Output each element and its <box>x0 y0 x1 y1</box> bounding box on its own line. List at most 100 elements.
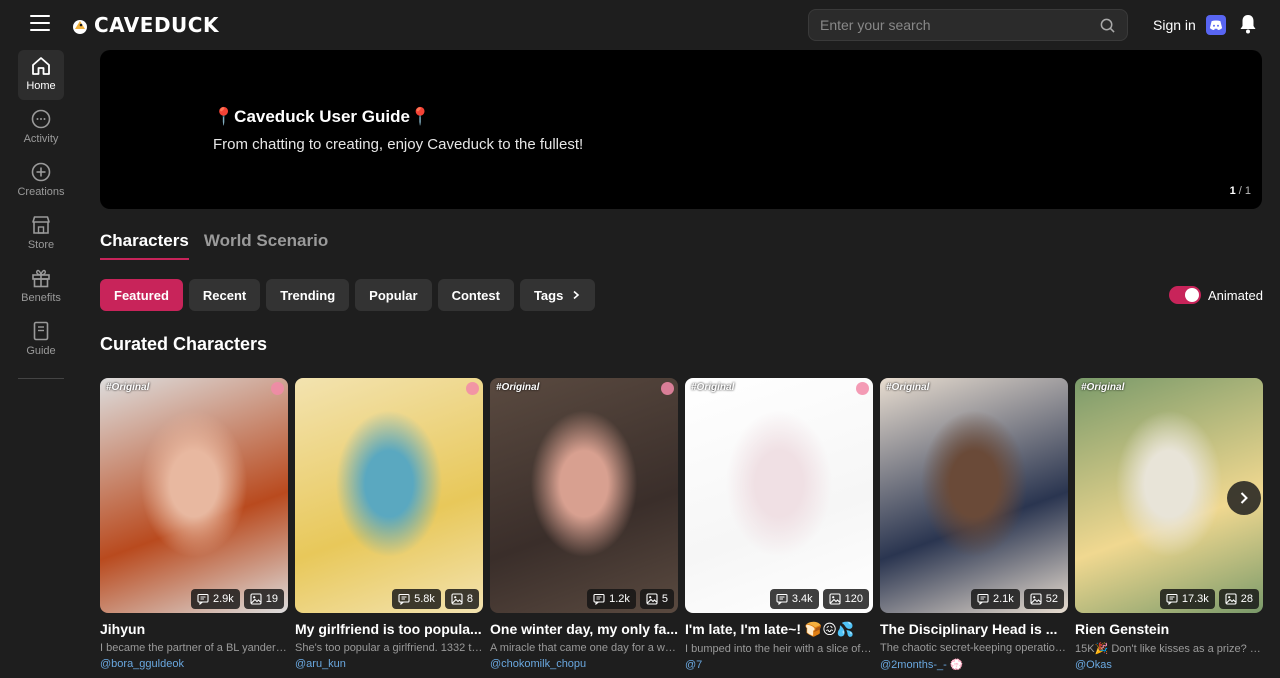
character-image[interactable]: #Original 2.1k 52 <box>880 378 1068 613</box>
character-name[interactable]: Rien Genstein <box>1075 621 1263 637</box>
top-bar: CAVEDUCK Sign in <box>0 0 1280 50</box>
sidebar-label-activity: Activity <box>23 133 59 145</box>
search-input[interactable] <box>809 10 1079 40</box>
character-image[interactable]: #Original 1.2k 5 <box>490 378 678 613</box>
tab-world-scenario[interactable]: World Scenario <box>204 231 328 260</box>
character-card[interactable]: #Original 2.9k 19 Jihyun I became the partne… <box>100 378 288 670</box>
sign-in-link[interactable]: Sign in <box>1153 17 1196 33</box>
sidebar-label-guide: Guide <box>26 345 56 357</box>
logo[interactable]: CAVEDUCK <box>70 12 219 38</box>
character-image[interactable]: #Original 2.9k 19 <box>100 378 288 613</box>
character-name[interactable]: The Disciplinary Head is ... <box>880 621 1068 637</box>
character-author[interactable]: @2months-_- 💮 <box>880 658 1068 671</box>
filter-trending-label: Trending <box>280 287 336 303</box>
filter-contest[interactable]: Contest <box>437 279 514 311</box>
character-card[interactable]: #Original 1.2k 5 One winter day, my only fa… <box>490 378 678 670</box>
character-author[interactable]: @chokomilk_chopu <box>490 658 678 670</box>
chat-count: 3.4k <box>769 589 819 609</box>
character-description: I became the partner of a BL yandere ... <box>100 642 288 654</box>
filter-popular[interactable]: Popular <box>355 279 432 311</box>
animated-toggle[interactable] <box>1169 286 1201 304</box>
character-description: The chaotic secret-keeping operation... <box>880 642 1068 654</box>
character-card[interactable]: 5.8k 8 My girlfriend is too popula... She's… <box>295 378 483 670</box>
discord-icon[interactable] <box>1206 15 1226 35</box>
character-author[interactable]: @bora_gguldeok <box>100 658 288 670</box>
character-author[interactable]: @aru_kun <box>295 658 483 670</box>
sidebar-item-activity[interactable]: Activity <box>18 103 64 153</box>
sidebar-label-store: Store <box>27 239 55 251</box>
sidebar-item-guide[interactable]: Guide <box>18 315 64 365</box>
gift-icon <box>32 269 50 288</box>
character-card[interactable]: #Original 2.1k 52 The Disciplinary Head is … <box>880 378 1068 671</box>
search-icon[interactable] <box>1100 18 1115 33</box>
card-tag: #Original <box>1075 378 1136 396</box>
character-name[interactable]: My girlfriend is too popula... <box>295 621 483 637</box>
chat-bubble-icon <box>31 109 51 129</box>
character-name[interactable]: One winter day, my only fa... <box>490 621 678 637</box>
card-stats: 17.3k 28 <box>1159 589 1259 609</box>
character-name[interactable]: Jihyun <box>100 621 288 637</box>
filter-featured[interactable]: Featured <box>100 279 183 311</box>
card-stats: 1.2k 5 <box>587 589 674 609</box>
chat-count: 1.2k <box>587 589 636 609</box>
book-icon <box>33 321 49 341</box>
guide-banner[interactable]: 📍Caveduck User Guide📍 From chatting to c… <box>100 50 1262 209</box>
chat-count-value: 1.2k <box>609 593 630 605</box>
image-count-value: 19 <box>265 593 278 605</box>
character-author[interactable]: @Okas <box>1075 659 1263 671</box>
section-title: Curated Characters <box>100 334 268 354</box>
image-count: 120 <box>822 589 869 609</box>
sidebar-label-benefits: Benefits <box>21 292 61 304</box>
image-count-icon <box>829 593 841 605</box>
image-count: 19 <box>243 589 284 609</box>
card-stats: 2.1k 52 <box>970 589 1064 609</box>
chat-count: 2.1k <box>970 589 1020 609</box>
character-image[interactable]: #Original 3.4k 120 <box>685 378 873 613</box>
character-name[interactable]: I'm late, I'm late~! 🍞😖💦 <box>685 621 873 638</box>
sidebar-item-store[interactable]: Store <box>18 209 64 259</box>
menu-icon[interactable] <box>30 15 50 33</box>
image-count-value: 28 <box>1240 593 1253 605</box>
card-stats: 3.4k 120 <box>769 589 869 609</box>
image-count-icon <box>451 593 463 605</box>
card-tag: #Original <box>880 378 941 396</box>
banner-pagination: 1 / 1 <box>1230 185 1251 197</box>
tab-characters[interactable]: Characters <box>100 231 189 260</box>
filter-tags[interactable]: Tags <box>519 279 596 311</box>
chat-count-icon <box>398 593 410 605</box>
chat-count-value: 17.3k <box>1181 593 1209 605</box>
filter-recent[interactable]: Recent <box>188 279 261 311</box>
sidebar-item-creations[interactable]: Creations <box>17 156 65 206</box>
character-author[interactable]: @7 <box>685 659 873 671</box>
filter-chips: Featured Recent Trending Popular Contest… <box>100 279 596 311</box>
notification-bell-icon[interactable] <box>1239 14 1257 34</box>
chat-count: 5.8k <box>392 589 441 609</box>
chat-count-value: 5.8k <box>414 593 435 605</box>
sidebar-item-benefits[interactable]: Benefits <box>18 262 64 312</box>
character-description: I bumped into the heir with a slice of t… <box>685 643 873 655</box>
card-stats: 2.9k 19 <box>190 589 284 609</box>
filter-popular-label: Popular <box>369 287 418 303</box>
filter-trending[interactable]: Trending <box>266 279 350 311</box>
character-image[interactable]: 5.8k 8 <box>295 378 483 613</box>
chat-count-value: 2.1k <box>992 593 1014 605</box>
chat-count: 17.3k <box>1159 589 1215 609</box>
chat-count-icon <box>593 593 605 605</box>
store-icon <box>32 216 50 234</box>
carousel-next-button[interactable] <box>1227 481 1261 515</box>
image-count-value: 52 <box>1045 593 1058 605</box>
chevron-right-icon <box>1240 492 1248 504</box>
image-count-icon <box>1225 593 1237 605</box>
sidebar-item-home[interactable]: Home <box>18 50 64 100</box>
card-tag: #Original <box>685 378 746 396</box>
image-count-icon <box>646 593 658 605</box>
sidebar-label-creations: Creations <box>17 186 65 198</box>
image-count: 52 <box>1023 589 1064 609</box>
search-box[interactable] <box>808 9 1128 41</box>
duck-logo-icon <box>70 15 90 35</box>
animated-badge-icon <box>856 382 869 395</box>
sidebar-label-home: Home <box>26 80 56 92</box>
banner-page-current: 1 <box>1229 185 1236 197</box>
character-card[interactable]: #Original 17.3k 28 Rien Genstein 15K🎉 Don't … <box>1075 378 1263 671</box>
character-card[interactable]: #Original 3.4k 120 I'm late, I'm late~! 🍞😖💦… <box>685 378 873 671</box>
